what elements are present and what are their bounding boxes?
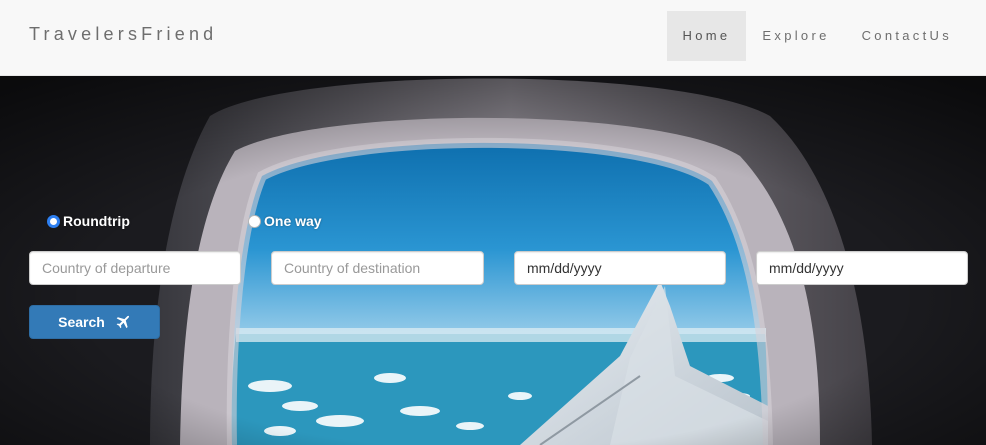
search-button[interactable]: Search bbox=[29, 305, 160, 339]
departure-country-input[interactable] bbox=[29, 251, 241, 285]
nav-item-explore[interactable]: Explore bbox=[746, 11, 845, 61]
brand-logo[interactable]: TravelersFriend bbox=[29, 24, 217, 45]
nav-menu: Home Explore ContactUs bbox=[666, 11, 968, 61]
destination-country-input[interactable] bbox=[271, 251, 484, 285]
radio-oneway-label: One way bbox=[264, 213, 322, 229]
nav-item-contactus[interactable]: ContactUs bbox=[846, 11, 968, 61]
radio-roundtrip-label: Roundtrip bbox=[63, 213, 130, 229]
nav-item-home[interactable]: Home bbox=[666, 11, 747, 61]
radio-checked-icon[interactable] bbox=[47, 214, 60, 228]
radio-unchecked-icon[interactable] bbox=[248, 214, 261, 228]
search-button-label: Search bbox=[58, 314, 105, 330]
plane-icon bbox=[116, 315, 130, 328]
return-date-input[interactable] bbox=[756, 251, 968, 285]
depart-date-input[interactable] bbox=[514, 251, 726, 285]
radio-roundtrip[interactable]: Roundtrip bbox=[47, 213, 130, 229]
radio-oneway[interactable]: One way bbox=[248, 213, 322, 229]
navbar: TravelersFriend Home Explore ContactUs bbox=[0, 0, 986, 76]
